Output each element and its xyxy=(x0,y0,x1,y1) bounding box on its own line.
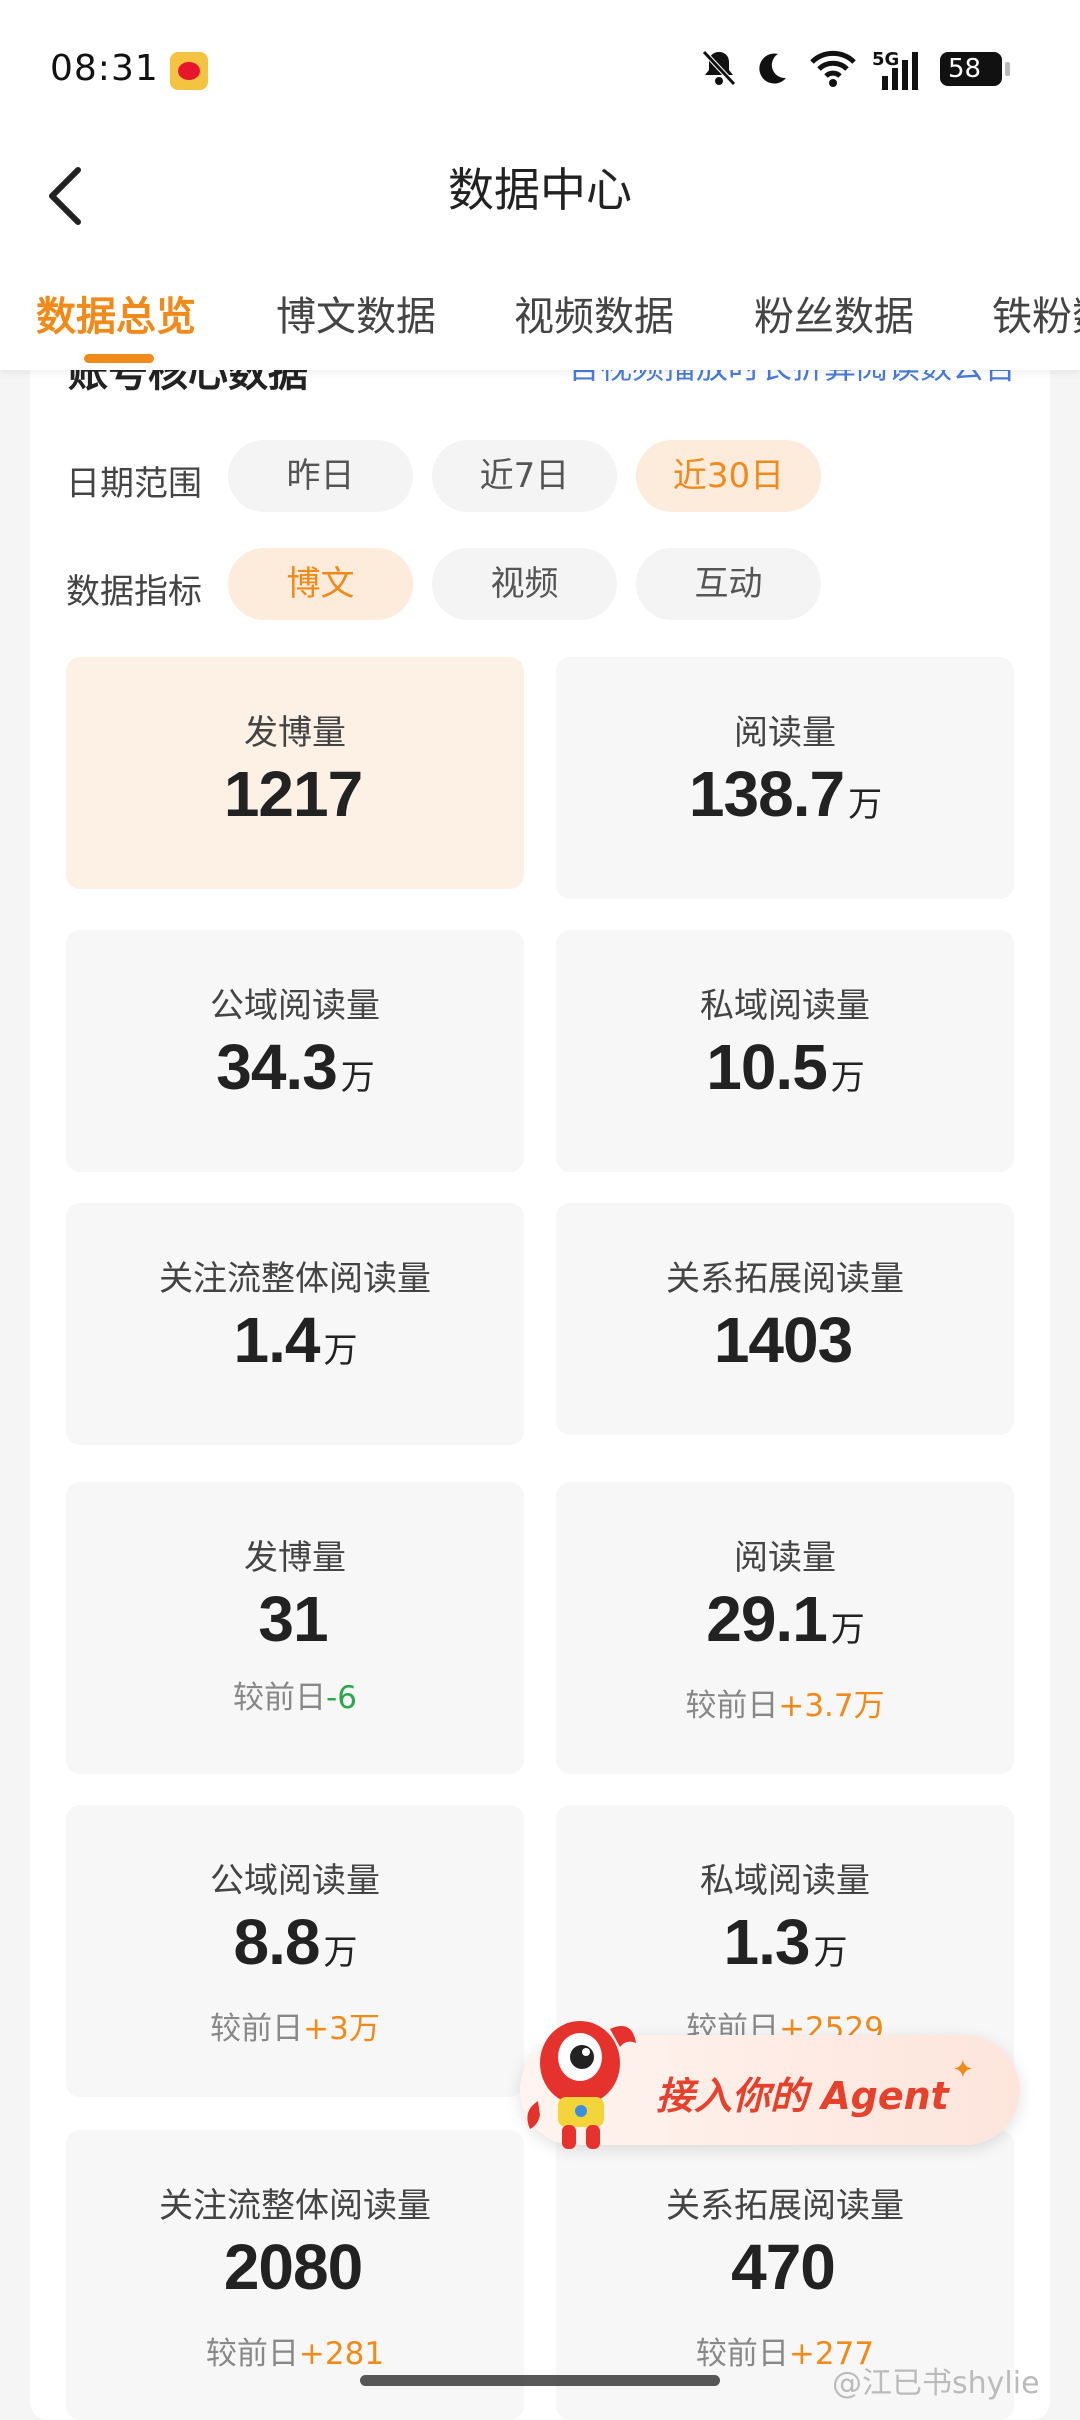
status-bar: 08:31 5G 58 xyxy=(0,0,1080,140)
stat-card-relation-reads[interactable]: 关系拓展阅读量 1403 xyxy=(556,1203,1014,1435)
tab-overview[interactable]: 数据总览 xyxy=(36,284,196,342)
stat-label: 关系拓展阅读量 xyxy=(666,2186,904,2226)
stat-card-posts[interactable]: 发博量 1217 xyxy=(66,657,524,889)
chip-30days[interactable]: 近30日 xyxy=(636,440,821,512)
stat-value: 2080 xyxy=(223,2231,363,2303)
chip-yesterday[interactable]: 昨日 xyxy=(228,440,413,512)
mascot-icon xyxy=(518,2005,648,2155)
stat-compare: 较前日+281 xyxy=(205,2336,385,2372)
chip-posts[interactable]: 博文 xyxy=(228,548,413,620)
stat-value: 34.3 万 xyxy=(216,1031,375,1103)
stat-compare: 较前日-6 xyxy=(233,1680,357,1716)
tab-fan-data[interactable]: 粉丝数据 xyxy=(754,284,914,342)
chip-video[interactable]: 视频 xyxy=(432,548,617,620)
stat-label: 发博量 xyxy=(244,713,346,753)
stat-value: 470 xyxy=(731,2231,836,2303)
date-range-label: 日期范围 xyxy=(66,464,202,504)
moon-icon xyxy=(752,48,790,88)
agent-button-label: 接入你的 Agent xyxy=(656,2074,949,2118)
stat-card-follow-feed-reads[interactable]: 关注流整体阅读量 1.4 万 xyxy=(66,1203,524,1445)
tab-iron-fans[interactable]: 铁粉数 xyxy=(992,284,1080,342)
watermark: @江已书shylie xyxy=(832,2366,1040,2401)
battery-level: 58 xyxy=(948,54,982,84)
stat-value: 1.3 万 xyxy=(723,1906,848,1978)
daily-stat-card-reads[interactable]: 阅读量 29.1 万 较前日+3.7万 xyxy=(556,1482,1014,1774)
weibo-icon xyxy=(170,52,208,90)
tab-active-indicator xyxy=(84,354,154,363)
home-indicator[interactable] xyxy=(360,2375,720,2386)
tab-post-data[interactable]: 博文数据 xyxy=(276,284,436,342)
stat-value: 31 xyxy=(258,1583,328,1655)
stat-label: 私域阅读量 xyxy=(700,986,870,1026)
stat-card-private-reads[interactable]: 私域阅读量 10.5 万 xyxy=(556,930,1014,1172)
stat-value: 1403 xyxy=(713,1304,853,1376)
stat-label: 关系拓展阅读量 xyxy=(666,1259,904,1299)
page-title: 数据中心 xyxy=(448,163,632,217)
stat-label: 发博量 xyxy=(244,1538,346,1578)
tab-video-data[interactable]: 视频数据 xyxy=(514,284,674,342)
stat-value: 8.8 万 xyxy=(233,1906,358,1978)
stat-value: 10.5 万 xyxy=(706,1031,865,1103)
stat-label: 关注流整体阅读量 xyxy=(159,1259,431,1299)
metric-label: 数据指标 xyxy=(66,572,202,612)
wifi-icon xyxy=(808,48,858,88)
nav-bar: 数据中心 xyxy=(0,140,1080,270)
battery-icon: 58 xyxy=(940,52,1010,86)
stat-value: 1.4 万 xyxy=(233,1304,358,1376)
tab-bar: 数据总览 博文数据 视频数据 粉丝数据 铁粉数 xyxy=(0,270,1080,370)
stat-compare: 较前日+3.7万 xyxy=(685,1688,885,1724)
stat-label: 私域阅读量 xyxy=(700,1861,870,1901)
stat-value: 1217 xyxy=(223,758,363,830)
stat-value: 29.1 万 xyxy=(706,1583,865,1655)
stat-card-public-reads[interactable]: 公域阅读量 34.3 万 xyxy=(66,930,524,1172)
stat-label: 阅读量 xyxy=(734,713,836,753)
daily-stat-card-posts[interactable]: 发博量 31 较前日-6 xyxy=(66,1482,524,1774)
stat-value: 138.7 万 xyxy=(688,758,882,830)
stat-card-reads[interactable]: 阅读量 138.7 万 xyxy=(556,657,1014,899)
agent-button[interactable]: 接入你的 Agent ✦ xyxy=(520,2021,1020,2149)
stat-label: 公域阅读量 xyxy=(210,1861,380,1901)
stat-label: 阅读量 xyxy=(734,1538,836,1578)
chip-7days[interactable]: 近7日 xyxy=(432,440,617,512)
chip-interaction[interactable]: 互动 xyxy=(636,548,821,620)
sparkle-icon: ✦ xyxy=(952,2055,974,2085)
status-time: 08:31 xyxy=(50,48,159,89)
daily-stat-card-public-reads[interactable]: 公域阅读量 8.8 万 较前日+3万 xyxy=(66,1805,524,2097)
stat-compare: 较前日+3万 xyxy=(210,2011,380,2047)
mute-icon xyxy=(700,48,738,88)
stat-label: 关注流整体阅读量 xyxy=(159,2186,431,2226)
stat-label: 公域阅读量 xyxy=(210,986,380,1026)
